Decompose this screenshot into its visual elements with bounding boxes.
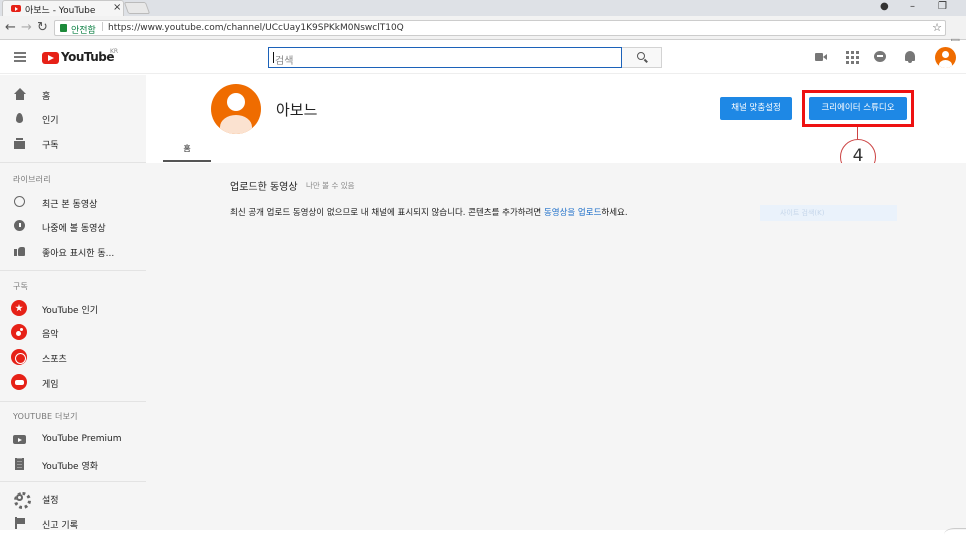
lock-icon xyxy=(60,24,67,32)
sidebar-item-home[interactable]: 홈 xyxy=(0,82,146,106)
sidebar-item-sports[interactable]: 스포츠 xyxy=(0,345,146,369)
restore-icon[interactable]: ❐ xyxy=(938,1,947,12)
address-bar: ← → ↻ 안전함 | https://www.youtube.com/chan… xyxy=(0,16,966,49)
sidebar-item-label: 나중에 볼 동영상 xyxy=(42,224,106,234)
channel-avatar[interactable] xyxy=(211,84,261,134)
account-avatar[interactable] xyxy=(935,47,956,68)
sidebar-item-premium[interactable]: YouTube Premium xyxy=(0,427,146,451)
sidebar-item-gaming[interactable]: 게임 xyxy=(0,370,146,394)
film-icon xyxy=(13,458,26,470)
minimize-icon[interactable]: – xyxy=(910,1,915,12)
faded-search-field: 사이트 검색(K) xyxy=(760,205,897,221)
sidebar: 홈 인기 구독 라이브러리 최근 본 동영상 나중에 볼 동영상 좋아요 표시한… xyxy=(0,75,146,531)
search-button[interactable] xyxy=(622,47,662,68)
forward-icon[interactable]: → xyxy=(21,20,32,35)
browser-tab-bar: 아보느 - YouTube × ● – ❐ xyxy=(0,0,966,16)
channel-content: 업로드한 동영상 나만 볼 수 있음 최신 공개 업로드 동영상이 없으므로 내… xyxy=(146,163,966,530)
bookmark-star-icon[interactable]: ☆ xyxy=(932,21,942,34)
uploads-section-title: 업로드한 동영상 xyxy=(230,182,298,193)
library-header: 라이브러리 xyxy=(13,175,51,184)
upload-video-link[interactable]: 동영상을 업로드 xyxy=(544,208,601,218)
sidebar-item-label: 설정 xyxy=(42,496,59,506)
sidebar-item-subscriptions[interactable]: 구독 xyxy=(0,131,146,155)
flag-icon xyxy=(13,517,26,529)
sidebar-divider xyxy=(0,481,146,482)
sidebar-item-label: 좋아요 표시한 동... xyxy=(42,249,115,259)
new-tab-button[interactable] xyxy=(123,2,151,14)
sidebar-item-report-history[interactable]: 신고 기록 xyxy=(0,511,146,535)
sidebar-item-history[interactable]: 최근 본 동영상 xyxy=(0,190,146,214)
tab-home[interactable]: 홈 xyxy=(163,143,211,154)
upload-video-icon[interactable] xyxy=(814,50,828,64)
sidebar-item-label: 인기 xyxy=(42,116,59,126)
sidebar-item-watch-later[interactable]: 나중에 볼 동영상 xyxy=(0,214,146,238)
callout-line xyxy=(857,127,858,139)
profile-icon[interactable]: ● xyxy=(880,1,889,12)
logo-text: YouTube xyxy=(61,50,115,64)
sidebar-divider xyxy=(0,270,146,271)
sidebar-item-settings[interactable]: 설정 xyxy=(0,486,146,510)
youtube-favicon-icon xyxy=(11,5,21,12)
more-header: YOUTUBE 더보기 xyxy=(13,412,78,421)
visibility-note: 나만 볼 수 있음 xyxy=(306,181,355,190)
customize-channel-button[interactable]: 채널 맞춤설정 xyxy=(720,97,792,120)
sidebar-item-label: 홈 xyxy=(42,92,51,102)
tab-title: 아보느 - YouTube xyxy=(25,6,96,16)
sidebar-item-liked[interactable]: 좋아요 표시한 동... xyxy=(0,239,146,263)
sidebar-item-music[interactable]: 음악 xyxy=(0,320,146,344)
scroll-corner xyxy=(944,528,966,541)
sidebar-item-label: YouTube Premium xyxy=(42,434,122,444)
highlight-box xyxy=(802,90,914,127)
star-icon xyxy=(11,300,27,316)
messages-icon[interactable] xyxy=(873,50,887,64)
sidebar-divider xyxy=(0,401,146,402)
gaming-icon xyxy=(11,374,27,390)
home-icon xyxy=(13,88,26,100)
sidebar-item-label: YouTube 영화 xyxy=(42,462,99,472)
sidebar-item-label: 스포츠 xyxy=(42,355,67,365)
apps-grid-icon[interactable] xyxy=(845,50,859,64)
active-tab-indicator xyxy=(163,160,211,162)
sidebar-item-youtube-popular[interactable]: YouTube 인기 xyxy=(0,296,146,320)
youtube-play-icon xyxy=(42,52,59,64)
back-icon[interactable]: ← xyxy=(5,20,16,35)
tab-close-icon[interactable]: × xyxy=(113,2,121,13)
youtube-masthead: YouTube KR 검색 xyxy=(0,41,966,74)
trending-icon xyxy=(13,112,26,124)
sports-icon xyxy=(11,349,27,365)
channel-name: 아보느 xyxy=(276,101,318,119)
search-input[interactable]: 검색 xyxy=(268,47,622,68)
empty-message-text: 최신 공개 업로드 동영상이 없으므로 내 채널에 표시되지 않습니다. 콘텐츠… xyxy=(230,208,544,218)
omnibox[interactable]: 안전함 | https://www.youtube.com/channel/UC… xyxy=(54,20,946,36)
omnibox-separator: | xyxy=(101,22,105,32)
region-code: KR xyxy=(110,48,119,55)
sidebar-item-label: YouTube 인기 xyxy=(42,306,99,316)
menu-icon[interactable] xyxy=(14,52,26,62)
sidebar-item-label: 신고 기록 xyxy=(42,521,78,531)
sidebar-item-trending[interactable]: 인기 xyxy=(0,106,146,130)
subscriptions-header: 구독 xyxy=(13,282,29,291)
history-icon xyxy=(13,196,26,208)
sidebar-item-movies[interactable]: YouTube 영화 xyxy=(0,452,146,476)
like-icon xyxy=(13,245,26,257)
browser-tab[interactable]: 아보느 - YouTube × xyxy=(2,0,124,16)
empty-message-suffix: 하세요. xyxy=(601,208,628,218)
sidebar-item-label: 최근 본 동영상 xyxy=(42,200,98,210)
music-icon xyxy=(11,324,27,340)
premium-icon xyxy=(13,433,26,445)
channel-header: 아보느 채널 맞춤설정 크리에이터 스튜디오 4 홈 xyxy=(146,75,966,175)
gear-icon xyxy=(13,492,31,509)
sidebar-divider xyxy=(0,162,146,163)
watch-later-icon xyxy=(13,220,26,232)
search-icon xyxy=(637,52,645,60)
reload-icon[interactable]: ↻ xyxy=(37,20,48,35)
url-text[interactable]: https://www.youtube.com/channel/UCcUay1K… xyxy=(108,23,404,33)
subscriptions-icon xyxy=(13,137,26,149)
sidebar-item-label: 게임 xyxy=(42,380,59,390)
sidebar-item-label: 구독 xyxy=(42,141,59,151)
notifications-bell-icon[interactable] xyxy=(903,50,917,64)
empty-uploads-message: 최신 공개 업로드 동영상이 없으므로 내 채널에 표시되지 않습니다. 콘텐츠… xyxy=(230,206,628,218)
secure-label: 안전함 xyxy=(71,26,96,36)
sidebar-item-label: 음악 xyxy=(42,330,59,340)
